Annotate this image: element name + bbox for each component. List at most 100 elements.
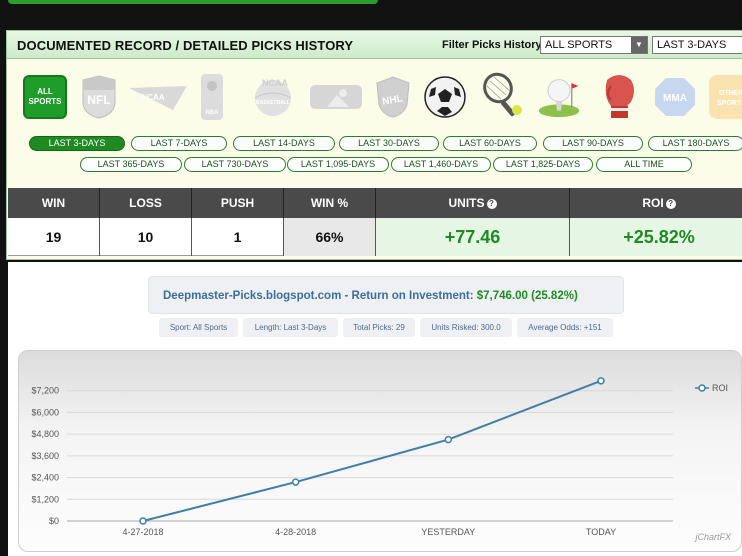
roi-header-label: ROI [642, 196, 664, 210]
tennis-racket-icon [483, 72, 522, 117]
units-header-label: UNITS [448, 196, 485, 210]
stat-roi-value: +25.82% [570, 218, 742, 256]
sport-ncaa-football[interactable]: NCAA [129, 75, 187, 119]
stat-header-loss: LOSS [100, 188, 192, 218]
chart-y-tick-label: $1,200 [31, 494, 59, 504]
panel-title: DOCUMENTED RECORD / DETAILED PICKS HISTO… [17, 38, 354, 53]
range-last-1460-days[interactable]: LAST 1,460-DAYS [391, 157, 491, 172]
stat-header-win-pct: WIN % [284, 188, 376, 218]
chart-y-tick-label: $4,800 [31, 429, 59, 439]
filter-label: Filter Picks History: [442, 39, 546, 51]
chart-y-tick-label: $6,000 [31, 407, 59, 417]
range-last-3-days[interactable]: LAST 3-DAYS [29, 136, 125, 151]
stat-units-value: +77.46 [376, 218, 570, 256]
help-icon[interactable]: ? [665, 199, 676, 209]
svg-text:NCAA: NCAA [141, 93, 164, 102]
tag-average-odds: Average Odds: +151 [517, 318, 613, 337]
sport-select[interactable]: ALL SPORTS ▼ [540, 36, 648, 54]
svg-text:BASKETBALL: BASKETBALL [256, 100, 290, 106]
chart-series-line-roi [142, 379, 602, 522]
sport-tennis[interactable] [481, 72, 525, 119]
sport-soccer[interactable] [423, 75, 467, 119]
svg-text:NFL: NFL [87, 93, 110, 107]
svg-text:NCAA: NCAA [262, 78, 288, 88]
roi-chart: $0 $1,200 $2,400 $3,600 $4,800 $6,000 $7,200 4-… [18, 350, 742, 552]
nfl-logo-icon: NFL [82, 75, 116, 119]
sport-mlb[interactable] [309, 75, 363, 119]
roi-summary: Deepmaster-Picks.blogspot.com - Return o… [148, 276, 624, 314]
sport-nba[interactable]: NBA [197, 74, 227, 120]
chart-x-tick-label: YESTERDAY [421, 527, 475, 537]
range-last-14-days[interactable]: LAST 14-DAYS [233, 136, 335, 151]
stat-header-units[interactable]: UNITS? [376, 188, 570, 218]
chart-data-point [597, 377, 605, 385]
chart-x-tick-label: TODAY [586, 527, 616, 537]
stat-header-push: PUSH [192, 188, 284, 218]
tag-units-risked: Units Risked: 300.0 [420, 318, 512, 337]
help-icon[interactable]: ? [486, 199, 497, 209]
range-select-value: LAST 3-DAYS [657, 39, 727, 51]
tag-length: Length: Last 3-Days [243, 318, 338, 337]
soccer-ball-icon [424, 76, 466, 118]
range-last-1095-days[interactable]: LAST 1,095-DAYS [287, 157, 389, 172]
all-sports-label: ALL SPORTS [28, 87, 62, 106]
panel-header: DOCUMENTED RECORD / DETAILED PICKS HISTO… [7, 31, 742, 59]
sport-select-value: ALL SPORTS [545, 39, 613, 51]
chart-y-tick-label: $3,600 [31, 451, 59, 461]
range-last-30-days[interactable]: LAST 30-DAYS [339, 136, 439, 151]
range-last-60-days[interactable]: LAST 60-DAYS [443, 136, 537, 151]
roi-line-chart: $0 $1,200 $2,400 $3,600 $4,800 $6,000 $7,200 4-… [31, 377, 732, 542]
range-select[interactable]: LAST 3-DAYS [652, 36, 742, 54]
roi-summary-site: Deepmaster-Picks.blogspot.com - Return o… [163, 290, 474, 302]
range-last-7-days[interactable]: LAST 7-DAYS [131, 136, 227, 151]
mlb-logo-icon [310, 85, 362, 109]
chart-y-tick-label: $7,200 [31, 386, 59, 396]
stat-header-win: WIN [8, 188, 100, 218]
roi-summary-text: Deepmaster-Picks.blogspot.com - Return o… [163, 290, 578, 302]
stat-win-value: 19 [8, 218, 100, 256]
chart-y-tick-label: $0 [49, 516, 59, 526]
range-last-180-days[interactable]: LAST 180-DAYS [648, 136, 742, 151]
top-green-bar [8, 0, 378, 4]
sport-ncaa-basketball[interactable]: NCAA BASKETBALL [247, 75, 299, 119]
svg-text:SPORTS: SPORTS [717, 100, 742, 107]
sport-nhl[interactable]: NHL [371, 75, 415, 119]
svg-text:OTHER: OTHER [719, 90, 742, 97]
other-sports-icon: OTHER SPORTS [709, 75, 742, 119]
stats-header-row: WIN LOSS PUSH WIN % UNITS? ROI? [8, 188, 742, 218]
sport-nfl[interactable]: NFL [77, 75, 121, 119]
stats-values-row: 19 10 1 66% +77.46 +25.82% [8, 218, 742, 256]
stat-header-roi[interactable]: ROI? [570, 188, 742, 218]
chevron-down-icon: ▼ [631, 37, 647, 53]
chart-data-point [444, 435, 453, 444]
chart-watermark: jChartFX [694, 532, 732, 542]
sport-golf[interactable] [537, 75, 581, 119]
sport-all-sports[interactable]: ALL SPORTS [23, 75, 67, 119]
chart-legend-label: ROI [712, 383, 728, 393]
range-last-1825-days[interactable]: LAST 1,825-DAYS [493, 157, 593, 172]
range-last-730-days[interactable]: LAST 730-DAYS [184, 157, 286, 172]
top-strip [0, 0, 742, 30]
tag-total-picks: Total Picks: 29 [343, 318, 415, 337]
chart-x-tick-label: 4-28-2018 [275, 527, 316, 537]
sport-boxing[interactable] [597, 75, 641, 119]
stat-push-value: 1 [192, 218, 284, 256]
sport-other[interactable]: OTHER SPORTS [709, 75, 742, 119]
chart-data-point [139, 517, 147, 525]
nhl-logo-icon: NHL [376, 76, 410, 118]
nba-logo-icon: NBA [201, 74, 223, 120]
sport-mma[interactable]: MMA [653, 75, 697, 119]
stat-loss-value: 10 [100, 218, 192, 256]
golf-ball-icon [538, 79, 580, 118]
chart-data-point [291, 478, 300, 486]
range-last-365-days[interactable]: LAST 365-DAYS [80, 157, 182, 172]
screenshot-root: DOCUMENTED RECORD / DETAILED PICKS HISTO… [0, 0, 742, 556]
range-last-90-days[interactable]: LAST 90-DAYS [543, 136, 643, 151]
roi-summary-amount: $7,746.00 (25.82%) [476, 290, 578, 302]
chart-y-tick-label: $2,400 [31, 473, 59, 483]
mma-logo-icon: MMA [655, 78, 695, 116]
range-all-time[interactable]: ALL TIME [596, 157, 692, 172]
ncaa-football-logo-icon: NCAA [129, 86, 187, 110]
ncaa-basketball-logo-icon: NCAA BASKETBALL [254, 78, 292, 116]
svg-text:MMA: MMA [663, 93, 687, 104]
